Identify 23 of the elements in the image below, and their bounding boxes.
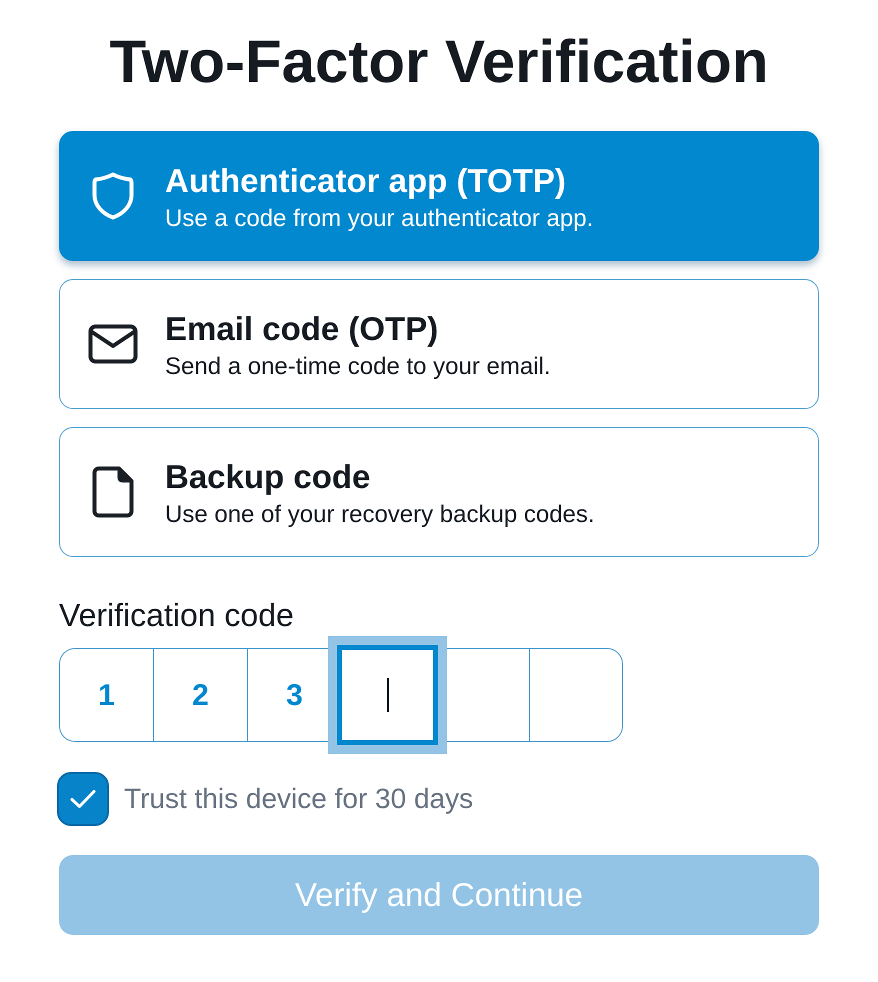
code-digit-field[interactable]: 1	[59, 648, 153, 742]
shield-icon	[92, 172, 134, 220]
code-digit-field[interactable]	[447, 648, 529, 742]
method-description: Use a code from your authenticator app.	[165, 204, 594, 234]
method-description: Use one of your recovery backup codes.	[165, 500, 595, 530]
trust-device-checkbox[interactable]	[57, 772, 109, 826]
checkbox-label: Trust this device for 30 days	[124, 782, 474, 816]
method-option[interactable]: Email code (OTP) Send a one-time code to your email.	[59, 279, 819, 409]
method-title: Backup code	[165, 458, 372, 496]
method-description: Send a one-time code to your email.	[165, 352, 551, 382]
method-option[interactable]: Backup code Use one of your recovery backup codes.	[59, 427, 819, 557]
method-title: Email code (OTP)	[165, 310, 440, 348]
code-digit-field[interactable]: 2	[153, 648, 247, 742]
text-cursor-icon	[386, 678, 388, 712]
page-title: Two-Factor Verification	[110, 28, 768, 96]
method-option[interactable]: Authenticator app (TOTP) Use a code from your authenticator app.	[59, 131, 819, 261]
envelope-icon	[88, 324, 138, 364]
method-title: Authenticator app (TOTP)	[165, 162, 567, 200]
checkmark-icon	[70, 789, 96, 809]
code-digit-field[interactable]	[529, 648, 623, 742]
field-label: Verification code	[59, 596, 294, 634]
document-icon	[92, 466, 134, 518]
code-digit-field[interactable]	[328, 636, 447, 754]
